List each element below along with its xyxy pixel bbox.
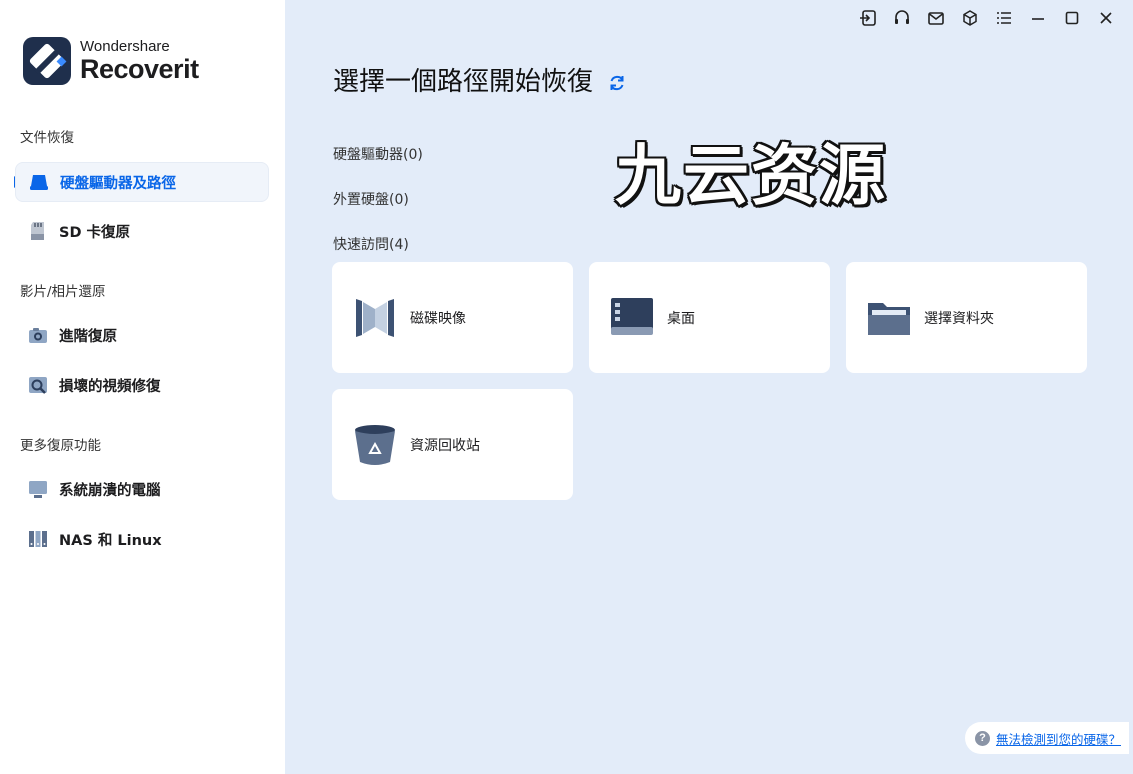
card-desktop[interactable]: 桌面 bbox=[589, 262, 830, 373]
section-title-file-recovery: 文件恢復 bbox=[20, 130, 74, 146]
main-panel: 選擇一個路徑開始恢復 硬盤驅動器(0) 外置硬盤(0) 快速訪問(4) 九云资源… bbox=[285, 0, 1133, 774]
card-label: 資源回收站 bbox=[410, 437, 480, 454]
section-title-video-photo: 影片/相片還原 bbox=[20, 284, 106, 300]
sidebar: Wondershare Recoverit 文件恢復 硬盤驅動器及路徑 SD 卡… bbox=[0, 0, 285, 774]
app-logo: Wondershare Recoverit bbox=[23, 37, 199, 85]
camera-icon bbox=[27, 324, 49, 346]
sidebar-item-nas-linux[interactable]: NAS 和 Linux bbox=[15, 519, 269, 559]
page-title-text: 選擇一個路徑開始恢復 bbox=[333, 67, 594, 97]
close-button[interactable] bbox=[1089, 7, 1123, 29]
group-quick-access: 快速訪問(4) bbox=[333, 237, 409, 253]
sidebar-item-label: 損壞的視頻修復 bbox=[59, 378, 161, 395]
minimize-icon bbox=[1032, 18, 1044, 20]
support-button[interactable] bbox=[885, 7, 919, 29]
sd-card-icon bbox=[27, 220, 49, 242]
disk-image-icon bbox=[352, 295, 398, 341]
maximize-icon bbox=[1065, 11, 1079, 25]
folder-icon bbox=[866, 295, 912, 341]
cube-icon bbox=[963, 10, 977, 26]
mail-button[interactable] bbox=[919, 7, 953, 29]
recycle-bin-icon bbox=[352, 422, 398, 468]
cannot-detect-drive-link[interactable]: ? 無法檢測到您的硬碟？ bbox=[964, 722, 1129, 754]
sidebar-item-advanced-recovery[interactable]: 進階復原 bbox=[15, 315, 269, 355]
recoverit-logo-icon bbox=[23, 37, 71, 85]
close-icon bbox=[1100, 12, 1112, 24]
watermark-text: 九云资源 bbox=[615, 137, 887, 214]
card-recycle-bin[interactable]: 資源回收站 bbox=[332, 389, 573, 500]
help-link-text: 無法檢測到您的硬碟？ bbox=[995, 731, 1121, 747]
menu-icon bbox=[997, 12, 1011, 24]
hard-drive-icon bbox=[28, 171, 50, 193]
sidebar-item-hard-drives[interactable]: 硬盤驅動器及路徑 bbox=[15, 162, 269, 202]
login-button[interactable] bbox=[851, 7, 885, 29]
sidebar-item-label: 硬盤驅動器及路徑 bbox=[60, 175, 176, 192]
card-label: 磁碟映像 bbox=[410, 310, 466, 327]
product-name: Recoverit bbox=[80, 54, 199, 84]
sidebar-item-label: NAS 和 Linux bbox=[59, 532, 162, 549]
page-title: 選擇一個路徑開始恢復 bbox=[333, 61, 627, 98]
group-external-drives[interactable]: 外置硬盤(0) bbox=[333, 189, 409, 209]
maximize-button[interactable] bbox=[1055, 7, 1089, 29]
video-repair-icon bbox=[27, 374, 49, 396]
brand-name: Wondershare bbox=[80, 38, 170, 55]
card-select-folder[interactable]: 選擇資料夾 bbox=[846, 262, 1087, 373]
menu-button[interactable] bbox=[987, 7, 1021, 29]
group-hard-drives[interactable]: 硬盤驅動器(0) bbox=[333, 144, 423, 164]
sidebar-item-sd-card[interactable]: SD 卡復原 bbox=[15, 211, 269, 251]
sidebar-item-label: 系統崩潰的電腦 bbox=[59, 482, 161, 499]
refresh-icon bbox=[610, 75, 624, 90]
mail-icon bbox=[928, 12, 944, 25]
desktop-icon bbox=[609, 295, 655, 341]
headset-icon bbox=[895, 10, 909, 24]
section-title-more: 更多復原功能 bbox=[20, 438, 101, 454]
help-icon: ? bbox=[974, 730, 990, 746]
refresh-button[interactable] bbox=[607, 70, 627, 90]
sidebar-item-video-repair[interactable]: 損壞的視頻修復 bbox=[15, 365, 269, 405]
card-label: 選擇資料夾 bbox=[924, 310, 994, 327]
login-icon bbox=[860, 10, 876, 26]
card-label: 桌面 bbox=[667, 310, 695, 327]
toolbox-button[interactable] bbox=[953, 7, 987, 29]
window-toolbar bbox=[851, 7, 1123, 29]
nas-icon bbox=[27, 528, 49, 550]
card-disk-image[interactable]: 磁碟映像 bbox=[332, 262, 573, 373]
sidebar-item-label: SD 卡復原 bbox=[59, 224, 131, 241]
computer-icon bbox=[27, 478, 49, 500]
minimize-button[interactable] bbox=[1021, 7, 1055, 29]
sidebar-item-label: 進階復原 bbox=[59, 328, 117, 345]
sidebar-item-crashed-computer[interactable]: 系統崩潰的電腦 bbox=[15, 469, 269, 509]
